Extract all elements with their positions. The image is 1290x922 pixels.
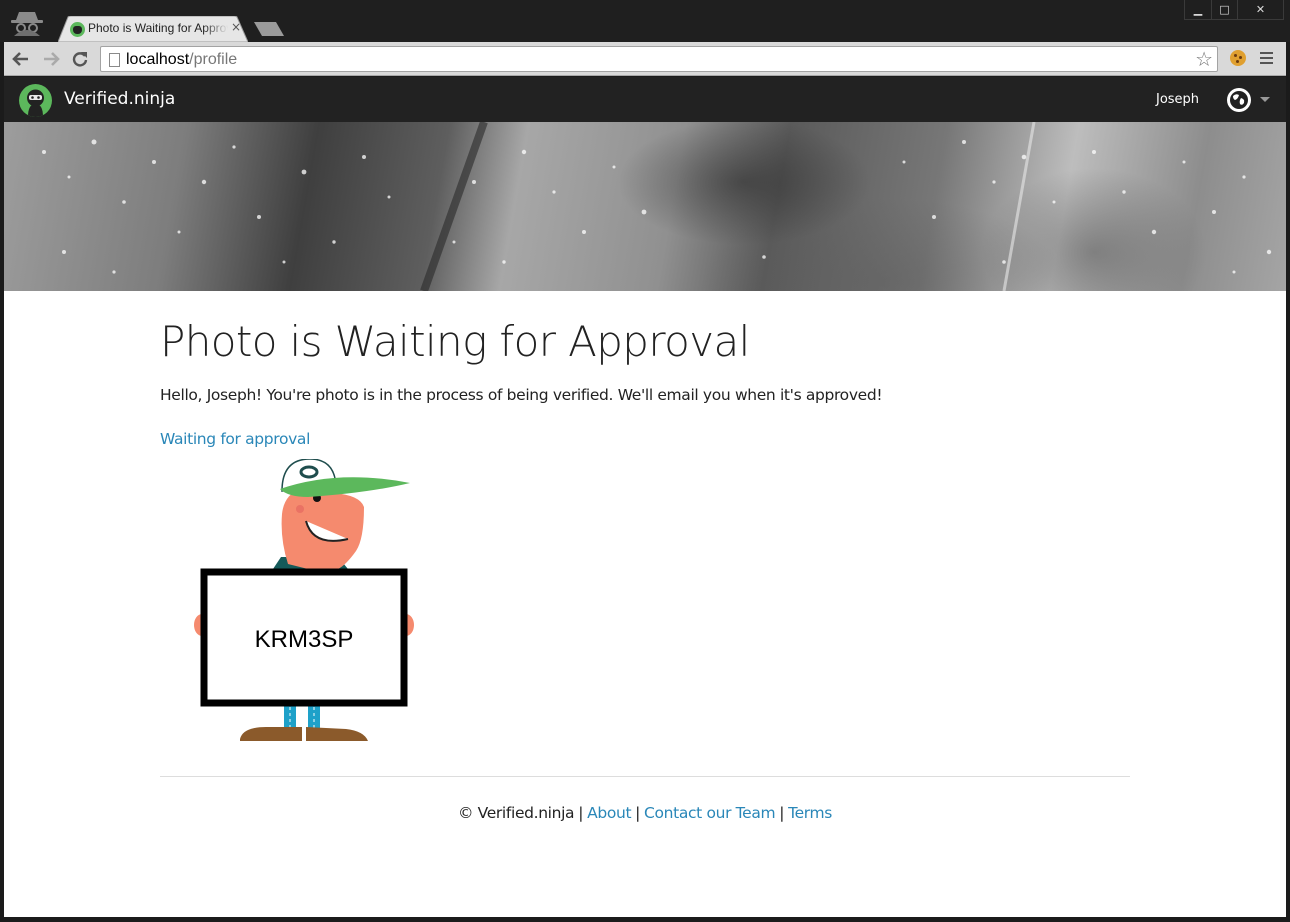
waiting-approval-link[interactable]: Waiting for approval: [160, 430, 310, 448]
hero-banner: [4, 122, 1286, 291]
footer-separator: |: [578, 804, 584, 822]
forward-icon: [44, 52, 60, 66]
new-tab-button[interactable]: [254, 22, 284, 36]
hero-raindrops: [42, 122, 1272, 291]
tab-active[interactable]: Photo is Waiting for Approval ×: [58, 16, 248, 42]
page-icon: [109, 53, 120, 67]
tab-favicon-icon: [70, 22, 85, 37]
status-message: Hello, Joseph! You're photo is in the pr…: [160, 386, 883, 404]
sign-code: KRM3SP: [255, 626, 354, 653]
menu-icon[interactable]: [1260, 52, 1273, 67]
site-footer: © Verified.ninja | About | Contact our Team |…: [160, 804, 1130, 822]
incognito-icon: [11, 12, 43, 36]
footer-link-terms[interactable]: Terms: [788, 804, 832, 822]
cookie-icon[interactable]: [1230, 50, 1246, 66]
page-title: Photo is Waiting for Approval: [160, 317, 750, 366]
close-window-button[interactable]: ✕: [1237, 0, 1283, 19]
star-icon[interactable]: ☆: [1195, 48, 1213, 70]
globe-icon[interactable]: [1227, 88, 1251, 112]
site-navbar: Verified.ninja Joseph: [4, 77, 1286, 122]
nav-user-name[interactable]: Joseph: [1156, 92, 1199, 107]
minimize-button[interactable]: ▁: [1185, 0, 1211, 19]
footer-copyright: © Verified.ninja: [457, 804, 575, 822]
reload-icon: [72, 52, 88, 67]
url-text: localhost/profile: [126, 51, 237, 69]
window-controls: ▁ □ ✕: [1184, 0, 1284, 20]
maximize-button[interactable]: □: [1211, 0, 1237, 19]
back-button[interactable]: [10, 48, 32, 70]
browser-titlebar: Photo is Waiting for Approval × ▁ □ ✕: [0, 0, 1290, 42]
footer-divider: [160, 776, 1130, 777]
tab-title: Photo is Waiting for Approval: [88, 21, 228, 35]
forward-button[interactable]: [40, 48, 62, 70]
tab-close-button[interactable]: ×: [231, 20, 241, 34]
brand-name[interactable]: Verified.ninja: [64, 89, 175, 109]
address-bar[interactable]: localhost/profile ☆: [100, 46, 1218, 72]
browser-toolbar: localhost/profile ☆: [4, 42, 1286, 76]
footer-separator: |: [779, 804, 785, 822]
reload-button[interactable]: [69, 48, 91, 70]
url-path: /profile: [189, 51, 238, 68]
page-viewport: Verified.ninja Joseph Photo is Waiting f…: [4, 77, 1286, 917]
brand-logo-icon[interactable]: [19, 84, 52, 117]
footer-link-about[interactable]: About: [587, 804, 631, 822]
footer-separator: |: [635, 804, 641, 822]
mascot-illustration: KRM3SP: [194, 459, 414, 741]
footer-link-contact[interactable]: Contact our Team: [644, 804, 776, 822]
caret-down-icon[interactable]: [1260, 97, 1270, 102]
back-icon: [12, 52, 28, 66]
url-host: localhost: [126, 51, 190, 68]
